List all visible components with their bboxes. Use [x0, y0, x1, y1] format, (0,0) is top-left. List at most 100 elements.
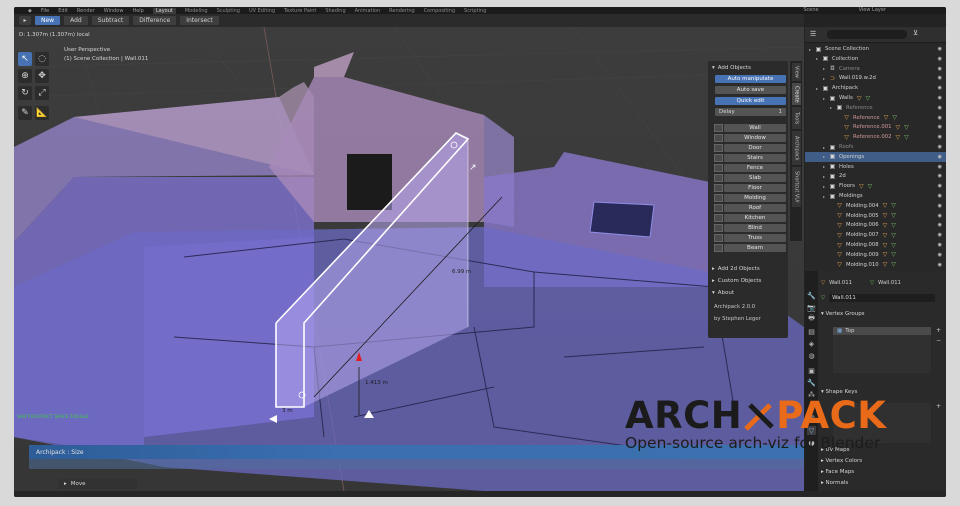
about-header[interactable]: ▾ About: [712, 290, 734, 296]
visibility-eye-icon[interactable]: ◉: [938, 75, 942, 81]
quick-edit-toggle[interactable]: Quick edit: [715, 97, 786, 105]
workspace-tab-rendering[interactable]: Rendering: [389, 8, 415, 14]
visibility-eye-icon[interactable]: ◉: [938, 262, 942, 268]
add-objects-header[interactable]: ▾ Add Objects: [712, 65, 751, 71]
add-slab-button[interactable]: Slab: [714, 174, 786, 182]
visibility-eye-icon[interactable]: ◉: [938, 164, 942, 170]
tab-view[interactable]: View: [792, 63, 801, 81]
outliner-row[interactable]: ▽ Reference.002 ▽ ▽ ◉: [805, 132, 946, 142]
menu-window[interactable]: Window: [104, 8, 124, 14]
select-tool-icon[interactable]: ↖: [18, 52, 32, 66]
workspace-tab-uv-editing[interactable]: UV Editing: [249, 8, 275, 14]
move-tool-icon[interactable]: ✥: [35, 69, 49, 83]
delay-field[interactable]: Delay 1: [715, 108, 786, 116]
tool-props-icon[interactable]: 🔧: [807, 291, 816, 300]
visibility-eye-icon[interactable]: ◉: [938, 85, 942, 91]
visibility-eye-icon[interactable]: ◉: [938, 105, 942, 111]
add-blind-button[interactable]: Blind: [714, 224, 786, 232]
render-props-icon[interactable]: 📷: [807, 303, 816, 312]
add-stairs-button[interactable]: Stairs: [714, 154, 786, 162]
add-wall-button[interactable]: Wall: [714, 124, 786, 132]
face-maps-header[interactable]: ▸ Face Maps: [821, 469, 854, 475]
outliner-row[interactable]: ▽ Molding.006 ▽ ▽ ◉: [805, 220, 946, 230]
outliner-row[interactable]: ▸ ▣ Moldings ◉: [805, 191, 946, 201]
add-vertex-group-icon[interactable]: +: [936, 327, 941, 334]
boolean-intersect-button[interactable]: Intersect: [180, 16, 219, 25]
visibility-eye-icon[interactable]: ◉: [938, 115, 942, 121]
workspace-tab-modeling[interactable]: Modeling: [185, 8, 208, 14]
outliner-row[interactable]: ▽ Molding.008 ▽ ▽ ◉: [805, 240, 946, 250]
outliner-row[interactable]: ▽ Molding.009 ▽ ▽ ◉: [805, 250, 946, 260]
visibility-eye-icon[interactable]: ◉: [938, 154, 942, 160]
outliner-row[interactable]: ▸ ▣ Openings ◉: [805, 151, 946, 162]
vertex-group-item[interactable]: ▦ Top: [833, 327, 931, 335]
tab-shortcut-vur[interactable]: Shortcut VUr: [792, 167, 801, 207]
add-floor-button[interactable]: Floor: [714, 184, 786, 192]
add-2d-objects-header[interactable]: ▸ Add 2d Objects: [712, 266, 760, 272]
outliner-row[interactable]: ▸ ▣ Collection ◉: [805, 54, 946, 64]
filter-icon[interactable]: ⊻: [913, 29, 918, 37]
workspace-tab-sculpting[interactable]: Sculpting: [217, 8, 240, 14]
modifier-props-icon[interactable]: 🔧: [807, 378, 816, 387]
mode-selector-icon[interactable]: ▸: [19, 16, 31, 25]
workspace-tab-shading[interactable]: Shading: [325, 8, 345, 14]
outliner-row[interactable]: ▽ Reference.001 ▽ ▽ ◉: [805, 122, 946, 132]
world-props-icon[interactable]: ◍: [807, 351, 816, 360]
auto-manipulate-toggle[interactable]: Auto manipulate: [715, 75, 786, 83]
visibility-eye-icon[interactable]: ◉: [938, 252, 942, 258]
add-door-button[interactable]: Door: [714, 144, 786, 152]
cursor-tool-icon[interactable]: ⊕: [18, 69, 32, 83]
select-circle-icon[interactable]: ◌: [35, 52, 49, 66]
add-shape-key-icon[interactable]: +: [936, 403, 941, 410]
custom-objects-header[interactable]: ▸ Custom Objects: [712, 278, 761, 284]
blender-logo-icon[interactable]: ◆: [28, 8, 32, 14]
visibility-eye-icon[interactable]: ◉: [938, 95, 942, 101]
visibility-eye-icon[interactable]: ◉: [938, 203, 942, 209]
outliner-row[interactable]: ▽ Molding.004 ▽ ▽ ◉: [805, 201, 946, 211]
object-props-icon[interactable]: ▣: [807, 366, 816, 375]
add-truss-button[interactable]: Truss: [714, 234, 786, 242]
remove-vertex-group-icon[interactable]: −: [936, 337, 941, 344]
outliner-row[interactable]: ▽ Molding.005 ▽ ▽ ◉: [805, 211, 946, 221]
visibility-eye-icon[interactable]: ◉: [938, 56, 942, 62]
boolean-difference-button[interactable]: Difference: [133, 16, 177, 25]
visibility-eye-icon[interactable]: ◉: [938, 193, 942, 199]
rotate-tool-icon[interactable]: ↻: [18, 86, 32, 100]
scale-tool-icon[interactable]: ⤢: [35, 86, 49, 100]
add-window-button[interactable]: Window: [714, 134, 786, 142]
add-beam-button[interactable]: Beam: [714, 244, 786, 252]
boolean-new-button[interactable]: New: [35, 16, 61, 25]
auto-save-toggle[interactable]: Auto save: [715, 86, 786, 94]
normals-header[interactable]: ▸ Normals: [821, 480, 848, 486]
outliner-row[interactable]: ▽ Molding.007 ▽ ▽ ◉: [805, 230, 946, 240]
visibility-eye-icon[interactable]: ◉: [938, 46, 942, 52]
workspace-tab-scripting[interactable]: Scripting: [464, 8, 486, 14]
add-roof-button[interactable]: Roof: [714, 204, 786, 212]
visibility-eye-icon[interactable]: ◉: [938, 213, 942, 219]
tab-tools[interactable]: Tools: [792, 107, 801, 129]
visibility-eye-icon[interactable]: ◉: [938, 183, 942, 189]
menu-edit[interactable]: Edit: [58, 8, 68, 14]
mesh-data-name-field[interactable]: Wall.011: [829, 294, 936, 302]
view-layer-props-icon[interactable]: ▤: [807, 327, 816, 336]
outliner-row[interactable]: ▸ ▣ Roofs ◉: [805, 142, 946, 152]
outliner-search-input[interactable]: [827, 30, 907, 39]
tab-create[interactable]: Create: [792, 83, 801, 105]
outliner-row[interactable]: ▸ ▣ 2d ◉: [805, 171, 946, 181]
add-molding-button[interactable]: Molding: [714, 194, 786, 202]
workspace-tab-layout[interactable]: Layout: [152, 7, 176, 14]
visibility-eye-icon[interactable]: ◉: [938, 66, 942, 72]
workspace-tab-compositing[interactable]: Compositing: [424, 8, 455, 14]
vertex-colors-header[interactable]: ▸ Vertex Colors: [821, 458, 862, 464]
visibility-eye-icon[interactable]: ◉: [938, 232, 942, 238]
menu-render[interactable]: Render: [77, 8, 95, 14]
scene-selector[interactable]: Scene: [803, 7, 818, 13]
outliner-row[interactable]: ▸ ▣ Scene Collection ◉: [805, 44, 946, 54]
add-fence-button[interactable]: Fence: [714, 164, 786, 172]
visibility-eye-icon[interactable]: ◉: [938, 173, 942, 179]
scene-props-icon[interactable]: ◈: [807, 339, 816, 348]
outliner-row[interactable]: ▸ ▣ Reference ◉: [805, 103, 946, 113]
visibility-eye-icon[interactable]: ◉: [938, 134, 942, 140]
outliner-row[interactable]: ▽ Molding.010 ▽ ▽ ◉: [805, 260, 946, 270]
workspace-tab-animation[interactable]: Animation: [355, 8, 381, 14]
